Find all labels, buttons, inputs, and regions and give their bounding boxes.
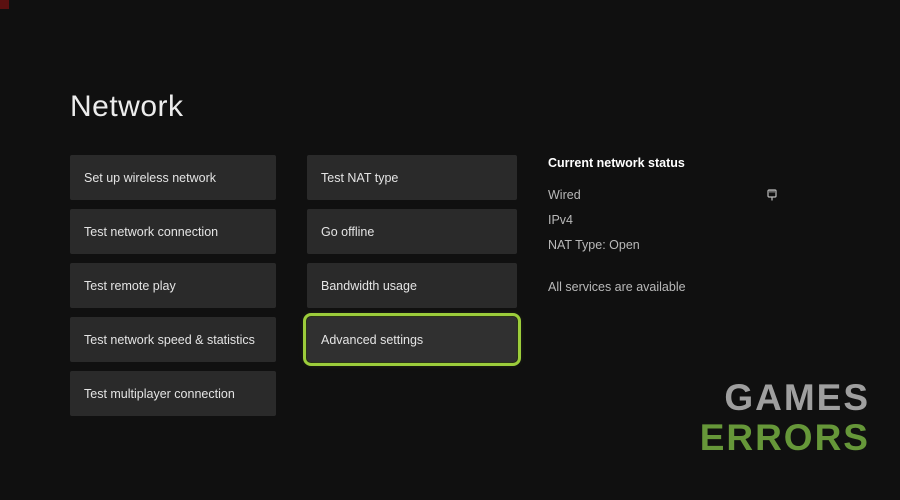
- services-status-label: All services are available: [548, 280, 778, 294]
- connection-type-row: Wired: [548, 188, 778, 202]
- page-title: Network: [70, 90, 184, 124]
- menu-item-test-network-connection[interactable]: Test network connection: [70, 209, 276, 254]
- menu-item-bandwidth-usage[interactable]: Bandwidth usage: [307, 263, 517, 308]
- menu-item-test-remote-play[interactable]: Test remote play: [70, 263, 276, 308]
- games-errors-watermark: GAMES ERRORS: [700, 378, 870, 458]
- menu-item-test-nat-type[interactable]: Test NAT type: [307, 155, 517, 200]
- menu-item-set-up-wireless-network[interactable]: Set up wireless network: [70, 155, 276, 200]
- menu-item-test-network-speed-statistics[interactable]: Test network speed & statistics: [70, 317, 276, 362]
- menu-column-middle: Test NAT type Go offline Bandwidth usage…: [307, 155, 517, 362]
- watermark-line2: ERRORS: [700, 418, 870, 458]
- network-status-panel: Current network status Wired IPv4 NAT Ty…: [548, 156, 778, 305]
- network-settings-screen: Network Set up wireless network Test net…: [0, 0, 900, 500]
- menu-item-go-offline[interactable]: Go offline: [307, 209, 517, 254]
- nat-type-label: NAT Type: Open: [548, 238, 778, 252]
- ethernet-icon: [766, 189, 778, 202]
- menu-item-advanced-settings[interactable]: Advanced settings: [307, 317, 517, 362]
- menu-item-test-multiplayer-connection[interactable]: Test multiplayer connection: [70, 371, 276, 416]
- connection-type-label: Wired: [548, 188, 581, 202]
- ip-version-label: IPv4: [548, 213, 778, 227]
- corner-artifact: [0, 0, 9, 9]
- status-panel-title: Current network status: [548, 156, 778, 170]
- watermark-line1: GAMES: [700, 378, 870, 418]
- menu-column-left: Set up wireless network Test network con…: [70, 155, 276, 416]
